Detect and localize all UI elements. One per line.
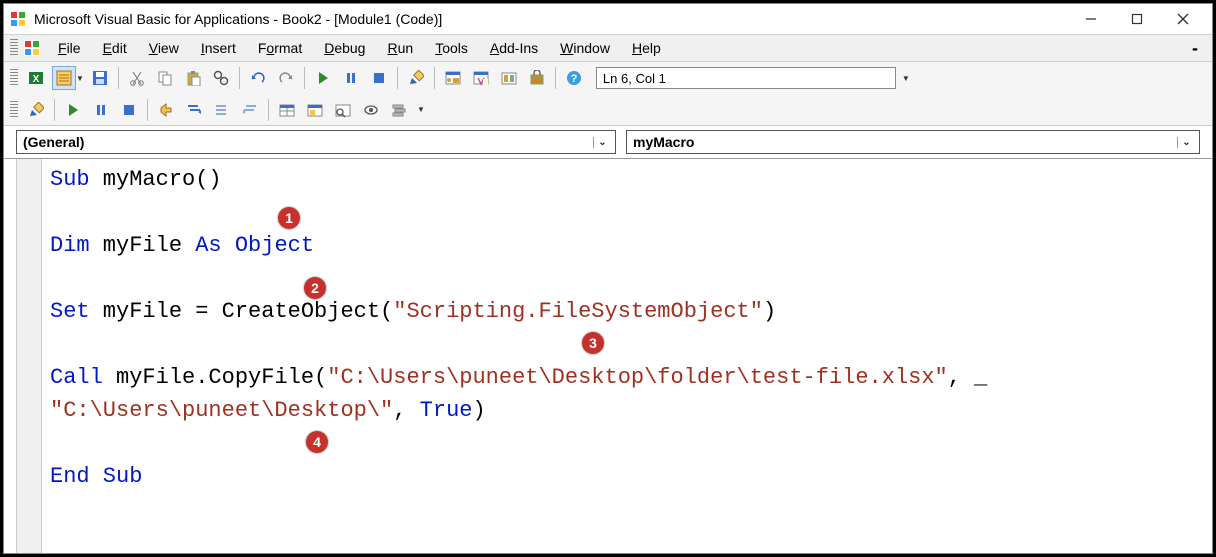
debug-toolbar: ▼ [4, 94, 1212, 126]
help-icon[interactable]: ? [562, 66, 586, 90]
reset-icon[interactable] [367, 66, 391, 90]
app-icon [10, 11, 26, 27]
menubar: File Edit View Insert Format Debug Run T… [4, 34, 1212, 62]
minimize-button[interactable] [1068, 4, 1114, 34]
step-over-icon[interactable] [210, 98, 234, 122]
toolbar-handle[interactable] [10, 69, 18, 87]
locals-window-icon[interactable] [275, 98, 299, 122]
paste-icon[interactable] [181, 66, 205, 90]
design-mode-icon[interactable] [24, 98, 48, 122]
undo-icon[interactable] [246, 66, 270, 90]
watch-window-icon[interactable] [331, 98, 355, 122]
cut-icon[interactable] [125, 66, 149, 90]
window-title: Microsoft Visual Basic for Applications … [34, 11, 1068, 27]
svg-text:X: X [33, 74, 40, 85]
break-icon[interactable] [339, 66, 363, 90]
menu-edit[interactable]: Edit [93, 38, 137, 58]
menu-help[interactable]: Help [622, 38, 671, 58]
code-editor[interactable]: Sub myMacro() Dim myFile As Object Set m… [4, 158, 1212, 553]
call-stack-icon[interactable] [387, 98, 411, 122]
menu-window[interactable]: Window [550, 38, 620, 58]
dropdown-arrow-icon: ⌄ [1177, 137, 1195, 148]
margin-indicator-bar [16, 159, 42, 553]
menu-file[interactable]: File [48, 38, 91, 58]
menu-run[interactable]: Run [377, 38, 423, 58]
callout-2: 2 [304, 277, 326, 299]
callout-4: 4 [306, 431, 328, 453]
procedure-combo[interactable]: myMacro ⌄ [626, 130, 1200, 154]
menu-view[interactable]: View [139, 38, 189, 58]
view-excel-icon[interactable]: X [24, 66, 48, 90]
vba-editor-window: Microsoft Visual Basic for Applications … [3, 3, 1213, 554]
cursor-position-text: Ln 6, Col 1 [603, 71, 666, 86]
menu-addins[interactable]: Add-Ins [480, 38, 548, 58]
app-small-icon [24, 40, 40, 56]
svg-text:?: ? [571, 73, 578, 85]
step-into-icon[interactable] [182, 98, 206, 122]
code-text[interactable]: Sub myMacro() Dim myFile As Object Set m… [50, 163, 987, 493]
redo-icon[interactable] [274, 66, 298, 90]
reset-icon[interactable] [117, 98, 141, 122]
standard-toolbar: X ▼ ? Ln 6, Col 1 ▼ [4, 62, 1212, 94]
object-browser-icon[interactable] [497, 66, 521, 90]
cursor-position-box: Ln 6, Col 1 [596, 67, 896, 89]
toggle-breakpoint-icon[interactable] [154, 98, 178, 122]
copy-icon[interactable] [153, 66, 177, 90]
properties-window-icon[interactable] [469, 66, 493, 90]
toolbar-overflow-icon[interactable]: ▼ [415, 103, 427, 116]
project-explorer-icon[interactable] [441, 66, 465, 90]
combo-row: (General) ⌄ myMacro ⌄ [4, 126, 1212, 158]
object-combo-value: (General) [23, 134, 84, 150]
break-icon[interactable] [89, 98, 113, 122]
save-icon[interactable] [88, 66, 112, 90]
procedure-combo-value: myMacro [633, 134, 694, 150]
dropdown-arrow-icon[interactable]: ▼ [76, 74, 84, 83]
immediate-window-icon[interactable] [303, 98, 327, 122]
step-out-icon[interactable] [238, 98, 262, 122]
toolbar-handle[interactable] [10, 39, 18, 57]
quick-watch-icon[interactable] [359, 98, 383, 122]
run-icon[interactable] [61, 98, 85, 122]
toolbox-icon[interactable] [525, 66, 549, 90]
object-combo[interactable]: (General) ⌄ [16, 130, 616, 154]
dropdown-arrow-icon: ⌄ [593, 137, 611, 148]
toolbar-handle[interactable] [10, 101, 18, 119]
insert-module-icon[interactable] [52, 66, 76, 90]
find-icon[interactable] [209, 66, 233, 90]
menu-insert[interactable]: Insert [191, 38, 246, 58]
callout-3: 3 [582, 332, 604, 354]
titlebar: Microsoft Visual Basic for Applications … [4, 4, 1212, 34]
close-button[interactable] [1160, 4, 1206, 34]
callout-1: 1 [278, 207, 300, 229]
design-mode-icon[interactable] [404, 66, 428, 90]
mdi-minimize-button[interactable]: - [1184, 38, 1206, 59]
toolbar-overflow-icon[interactable]: ▼ [900, 72, 912, 85]
maximize-button[interactable] [1114, 4, 1160, 34]
run-icon[interactable] [311, 66, 335, 90]
menu-tools[interactable]: Tools [425, 38, 478, 58]
menu-format[interactable]: Format [248, 38, 312, 58]
menu-debug[interactable]: Debug [314, 38, 375, 58]
